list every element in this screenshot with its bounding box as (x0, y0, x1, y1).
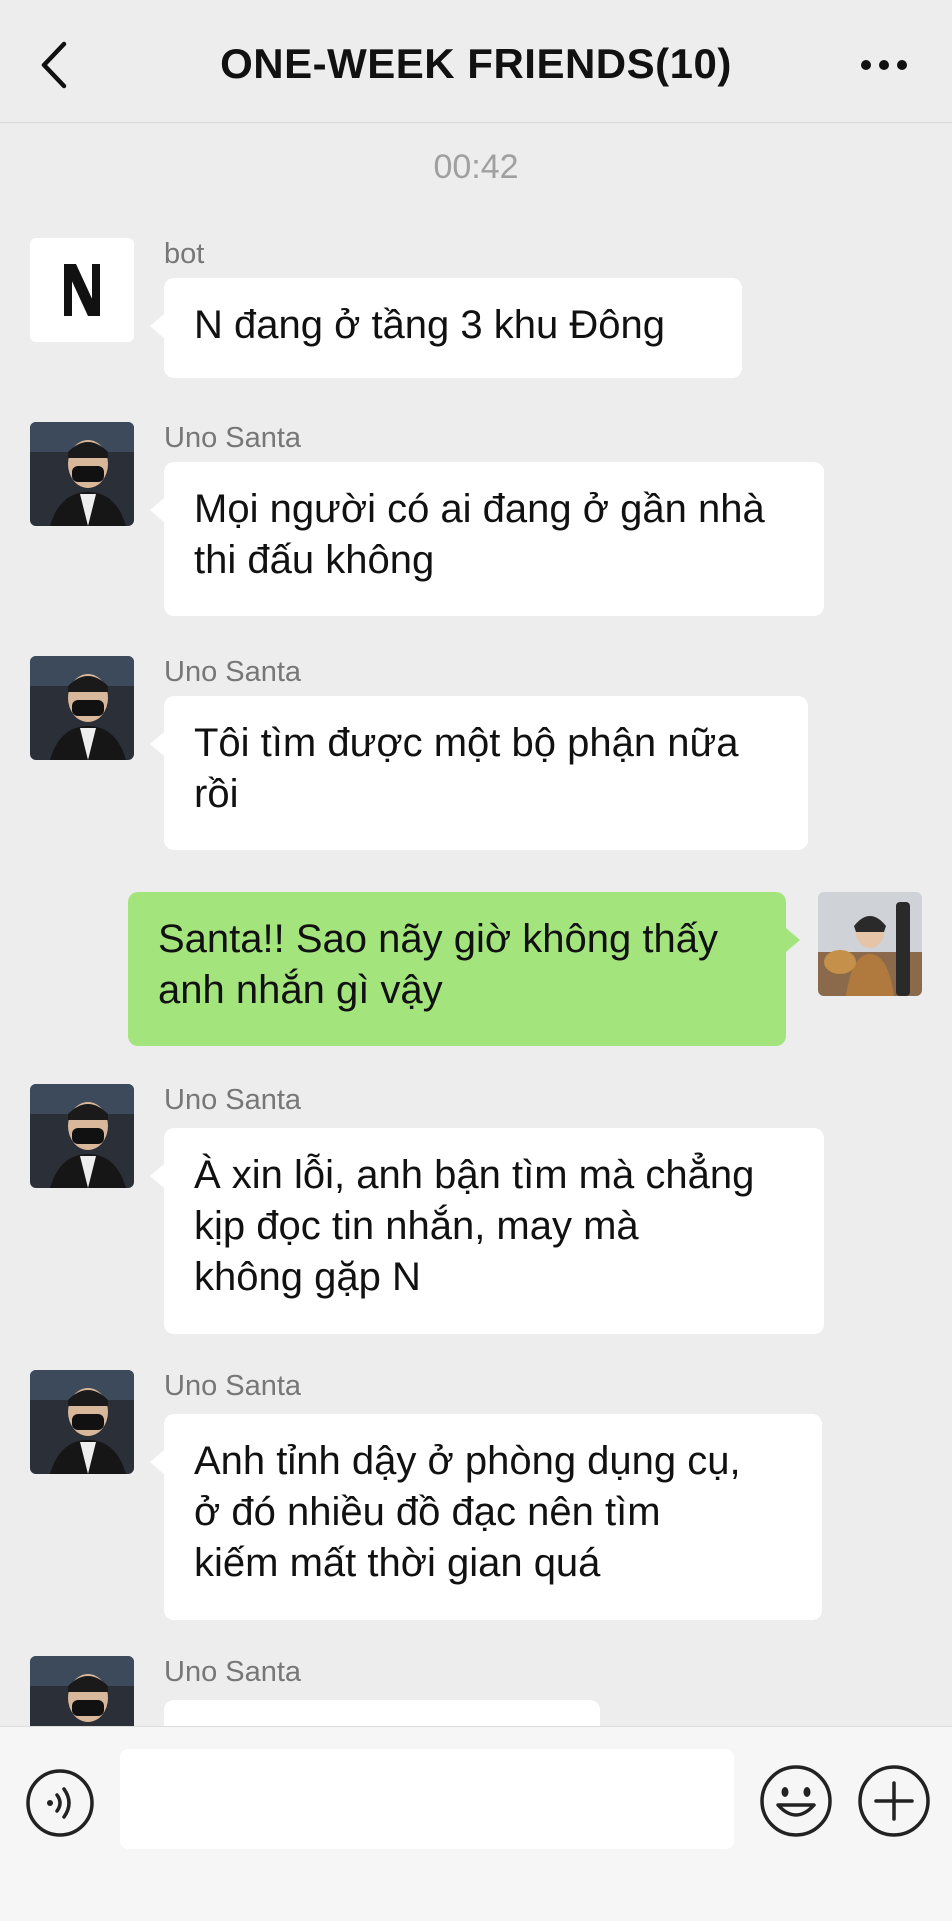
chat-title: ONE-WEEK FRIENDS(10) (220, 40, 732, 87)
message-bubble[interactable]: Mọi người có ai đang ở gần nhà thi đấu k… (150, 462, 824, 616)
bot-logo-icon: N (64, 264, 100, 316)
emoji-icon[interactable] (758, 1763, 834, 1839)
message-bubble[interactable]: N đang ở tầng 3 khu Đông (150, 278, 742, 378)
message-row: Uno Santa (0, 1656, 952, 1726)
input-bar (0, 1726, 952, 1921)
avatar[interactable] (30, 656, 134, 760)
sender-name: Uno Santa (164, 422, 302, 454)
sender-name: Uno Santa (164, 1084, 302, 1116)
plus-icon[interactable] (856, 1763, 932, 1839)
avatar[interactable] (818, 892, 922, 996)
message-timestamp: 00:42 (433, 148, 519, 186)
sender-name: Uno Santa (164, 656, 302, 688)
message-bubble[interactable]: Anh tỉnh dậy ở phòng dụng cụ, ở đó nhiều… (150, 1414, 822, 1620)
message-bubble[interactable]: À xin lỗi, anh bận tìm mà chẳng kịp đọc … (150, 1128, 824, 1334)
message-bubble[interactable] (164, 1700, 600, 1726)
sender-name: Uno Santa (164, 1370, 302, 1402)
message-bubble[interactable]: Tôi tìm được một bộ phận nữa rồi (150, 696, 808, 850)
sender-name: Uno Santa (164, 1656, 302, 1688)
chat-header: ONE-WEEK FRIENDS(10) (0, 0, 952, 123)
voice-icon[interactable] (24, 1767, 96, 1839)
message-input[interactable] (120, 1749, 734, 1849)
sender-name: bot (164, 238, 205, 270)
avatar[interactable] (30, 1370, 134, 1474)
avatar[interactable] (30, 1656, 134, 1726)
avatar[interactable]: N (30, 238, 134, 342)
message-bubble[interactable]: Santa!! Sao nãy giờ không thấy anh nhắn … (128, 892, 800, 1046)
avatar[interactable] (30, 1084, 134, 1188)
more-dots-icon[interactable] (860, 58, 908, 72)
avatar[interactable] (30, 422, 134, 526)
